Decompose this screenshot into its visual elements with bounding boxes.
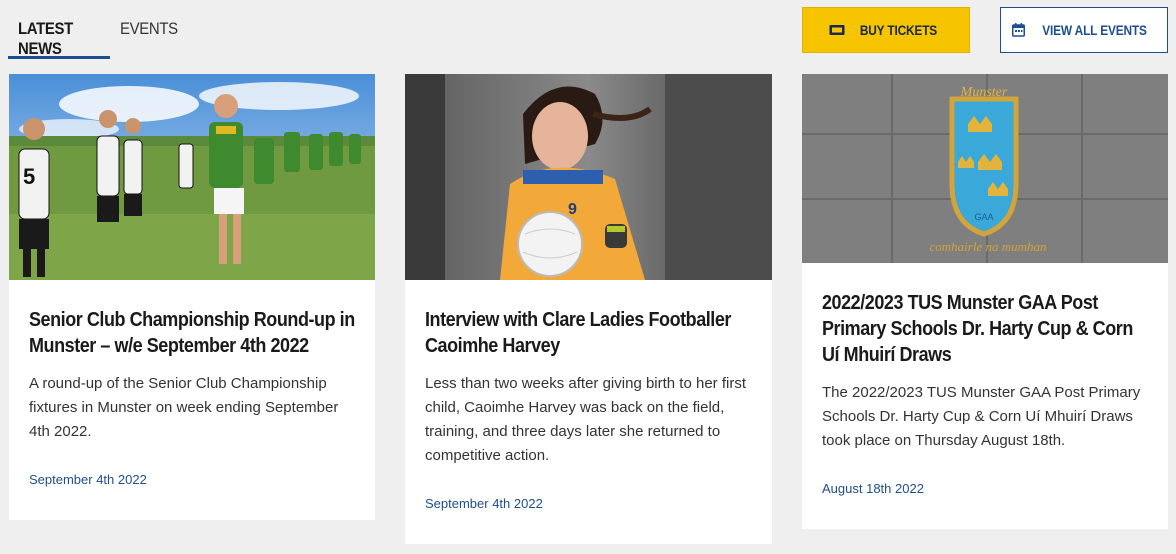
news-card[interactable]: 9 Interview with Clare Ladies Footballer… — [405, 74, 772, 544]
news-card-title[interactable]: Interview with Clare Ladies Footballer C… — [425, 307, 754, 359]
news-card[interactable]: 5 Senior Club Championship Round-up in M… — [9, 74, 375, 520]
news-card-image[interactable]: Munster GAA comhairle na mumhan — [802, 74, 1168, 263]
ticket-icon — [829, 25, 845, 35]
news-card-image[interactable]: 5 — [9, 74, 375, 280]
news-tabs: LATEST NEWS EVENTS — [8, 0, 190, 59]
news-card-date: September 4th 2022 — [29, 472, 147, 487]
crest-bottom-text: comhairle na mumhan — [930, 239, 1047, 254]
news-card-description: The 2022/2023 TUS Munster GAA Post Prima… — [822, 384, 1141, 449]
tab-events[interactable]: EVENTS — [110, 0, 190, 59]
news-card-date: August 18th 2022 — [822, 481, 924, 496]
news-card-description: A round-up of the Senior Club Championsh… — [29, 375, 339, 440]
jersey-number: 9 — [568, 201, 577, 218]
tab-latest-news[interactable]: LATEST NEWS — [8, 0, 110, 59]
view-all-events-button[interactable]: VIEW ALL EVENTS — [1000, 7, 1168, 53]
news-card[interactable]: Munster GAA comhairle na mumhan 2022/202… — [802, 74, 1168, 529]
news-card-image[interactable]: 9 — [405, 74, 772, 280]
news-card-date: September 4th 2022 — [425, 496, 543, 511]
buy-tickets-label: BUY TICKETS — [859, 22, 937, 38]
buy-tickets-button[interactable]: BUY TICKETS — [802, 7, 970, 53]
crest-gaa-text: GAA — [974, 212, 993, 222]
news-card-description: Less than two weeks after giving birth t… — [425, 375, 746, 464]
svg-text:5: 5 — [23, 164, 35, 189]
crest-top-text: Munster — [960, 85, 1008, 100]
view-all-events-label: VIEW ALL EVENTS — [1042, 22, 1147, 38]
news-card-title[interactable]: 2022/2023 TUS Munster GAA Post Primary S… — [822, 290, 1150, 368]
news-card-title[interactable]: Senior Club Championship Round-up in Mun… — [29, 307, 357, 359]
calendar-icon — [1011, 23, 1025, 37]
